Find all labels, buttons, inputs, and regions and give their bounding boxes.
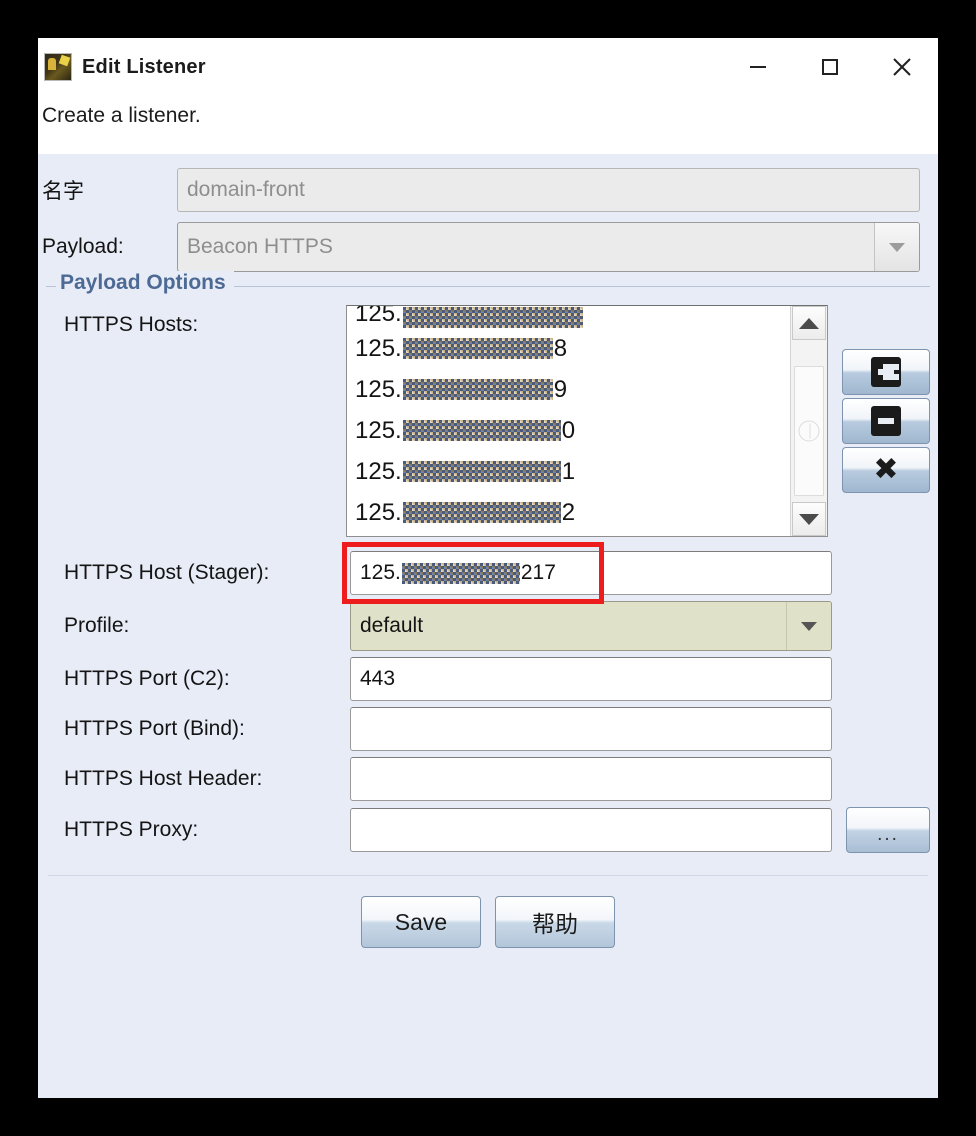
stager-suffix: 217 <box>520 561 556 584</box>
profile-label: Profile: <box>64 614 130 637</box>
host-header-input[interactable] <box>350 757 832 801</box>
dialog-footer: Save 帮助 <box>38 876 938 948</box>
clear-icon: ✖ <box>873 453 899 486</box>
profile-row: Profile: default <box>46 601 930 651</box>
list-item-prefix: 125. <box>355 416 402 444</box>
stager-control: 125. 217 <box>342 542 930 604</box>
scroll-up-icon[interactable] <box>792 306 826 340</box>
list-item[interactable]: 125. 9 <box>355 369 790 410</box>
stager-label: HTTPS Host (Stager): <box>64 561 270 584</box>
stager-wrap: 125. 217 <box>342 542 832 604</box>
title-bar: Edit Listener <box>38 38 938 96</box>
add-icon <box>871 357 901 387</box>
list-item-suffix: 0 <box>561 416 576 444</box>
port-c2-control: 443 <box>350 657 930 701</box>
redaction-icon <box>402 307 583 328</box>
redaction-icon <box>402 338 553 359</box>
list-item-prefix: 125. <box>355 457 402 485</box>
host-header-control <box>350 757 930 801</box>
name-label: 名字 <box>42 180 84 203</box>
clear-hosts-button[interactable]: ✖ <box>842 447 930 493</box>
https-hosts-list[interactable]: 125. 125. 8 125. 9 125. 0 125. 1 125. 2 <box>346 305 828 537</box>
edit-listener-dialog: Edit Listener Create a listener. 名字 doma… <box>38 38 938 1098</box>
port-c2-label: HTTPS Port (C2): <box>64 667 230 690</box>
remove-host-button[interactable] <box>842 398 930 444</box>
top-fields: 名字 domain-front Payload: Beacon HTTPS <box>38 154 938 272</box>
https-hosts-control: 125. 125. 8 125. 9 125. 0 125. 1 125. 2 … <box>346 305 930 537</box>
https-hosts-row: HTTPS Hosts: 125. 125. 8 125. 9 125. 0 1… <box>46 305 930 537</box>
save-button[interactable]: Save <box>361 896 481 948</box>
add-host-button[interactable] <box>842 349 930 395</box>
window-title: Edit Listener <box>82 55 206 78</box>
stager-input[interactable]: 125. 217 <box>350 551 832 595</box>
close-icon[interactable] <box>866 38 938 96</box>
list-item-suffix: 9 <box>553 375 568 403</box>
list-item[interactable]: 125. 1 <box>355 451 790 492</box>
https-hosts-label: HTTPS Hosts: <box>64 313 199 336</box>
scroll-down-icon[interactable] <box>792 502 826 536</box>
payload-value: Beacon HTTPS <box>187 235 333 258</box>
list-item[interactable]: 125. 0 <box>355 410 790 451</box>
maximize-icon[interactable] <box>794 38 866 96</box>
name-row: 名字 domain-front <box>38 168 938 212</box>
group-title: Payload Options <box>56 271 234 295</box>
payload-options-group: Payload Options HTTPS Hosts: 125. 125.8 <box>46 271 930 853</box>
hosts-actions: ✖ <box>842 349 930 493</box>
list-item[interactable]: 125. <box>355 306 790 328</box>
remove-icon <box>871 406 901 436</box>
payload-select[interactable]: Beacon HTTPS <box>177 222 920 272</box>
proxy-browse-button[interactable]: ... <box>846 807 930 853</box>
chevron-down-icon <box>786 602 831 650</box>
port-bind-input[interactable] <box>350 707 832 751</box>
port-bind-row: HTTPS Port (Bind): <box>46 707 930 751</box>
profile-control: default <box>350 601 930 651</box>
proxy-label: HTTPS Proxy: <box>64 818 199 841</box>
proxy-row: HTTPS Proxy: ... <box>46 807 930 853</box>
list-item-prefix: 125. <box>355 498 402 526</box>
dialog-description: Create a listener. <box>42 104 201 127</box>
form-panel: 名字 domain-front Payload: Beacon HTTPS Pa… <box>38 154 938 948</box>
redaction-icon <box>402 420 561 441</box>
window-controls <box>722 38 938 96</box>
redaction-icon <box>401 562 520 584</box>
list-item-prefix: 125. <box>355 375 402 403</box>
list-item[interactable]: 125. 8 <box>355 328 790 369</box>
list-item-prefix: 125. <box>355 334 402 362</box>
scrollbar-grip-icon <box>798 420 820 442</box>
host-header-label: HTTPS Host Header: <box>64 767 263 790</box>
stager-row: HTTPS Host (Stager): 125. 217 <box>46 542 930 604</box>
scrollbar-thumb[interactable] <box>794 366 824 496</box>
dialog-header: Create a listener. <box>38 96 938 154</box>
proxy-control: ... <box>350 807 930 853</box>
redaction-icon <box>402 461 561 482</box>
list-item-suffix: 1 <box>561 457 576 485</box>
profile-value: default <box>360 614 424 637</box>
redaction-icon <box>402 379 553 400</box>
list-item-suffix: 8 <box>553 334 568 362</box>
list-item[interactable]: 125. 2 <box>355 492 790 533</box>
port-bind-label: HTTPS Port (Bind): <box>64 717 245 740</box>
payload-row: Payload: Beacon HTTPS <box>38 222 938 272</box>
port-c2-input[interactable]: 443 <box>350 657 832 701</box>
list-scrollbar[interactable] <box>790 306 827 536</box>
chevron-down-icon <box>874 223 919 271</box>
redaction-icon <box>402 502 561 523</box>
name-input[interactable]: domain-front <box>177 168 920 212</box>
host-header-row: HTTPS Host Header: <box>46 757 930 801</box>
payload-label: Payload: <box>42 235 124 258</box>
profile-select[interactable]: default <box>350 601 832 651</box>
port-bind-control <box>350 707 930 751</box>
https-hosts-items: 125. 125. 8 125. 9 125. 0 125. 1 125. 2 <box>347 306 790 536</box>
app-icon <box>44 53 72 81</box>
stager-prefix: 125. <box>360 561 401 584</box>
proxy-input[interactable] <box>350 808 832 852</box>
port-c2-row: HTTPS Port (C2): 443 <box>46 657 930 701</box>
help-button[interactable]: 帮助 <box>495 896 615 948</box>
list-item-suffix: 2 <box>561 498 576 526</box>
minimize-icon[interactable] <box>722 38 794 96</box>
list-item-prefix: 125. <box>355 306 402 327</box>
